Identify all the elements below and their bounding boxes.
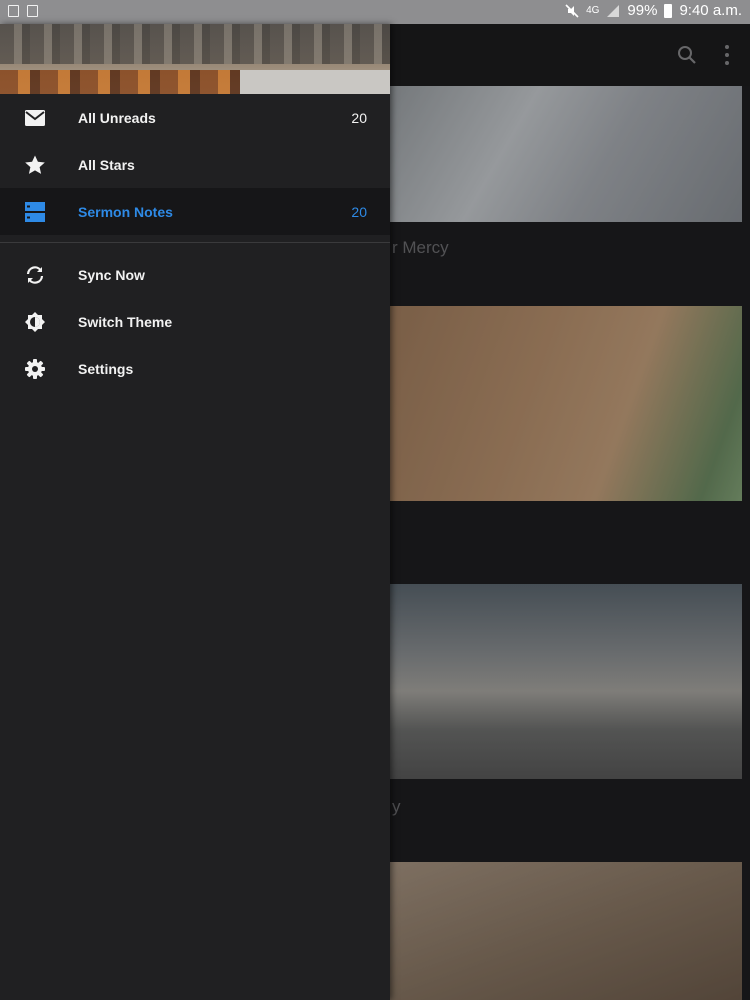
nav-item-switch-theme[interactable]: Switch Theme — [0, 298, 390, 345]
mail-icon — [24, 107, 46, 129]
battery-percent: 99% — [627, 2, 658, 19]
nav-item-label: All Unreads — [78, 109, 156, 126]
nav-item-label: Switch Theme — [78, 313, 173, 330]
nav-item-all-stars[interactable]: All Stars — [0, 141, 390, 188]
battery-icon — [664, 3, 673, 18]
signal-icon — [607, 4, 620, 17]
nav-item-all-unreads[interactable]: All Unreads 20 — [0, 94, 390, 141]
nav-item-label: Sermon Notes — [78, 203, 173, 220]
status-bar: 4G 99% 9:40 a.m. — [0, 0, 750, 24]
navigation-drawer: All Unreads 20 All Stars Sermon Notes 20 — [0, 24, 390, 1000]
nav-item-label: Sync Now — [78, 266, 145, 283]
settings-icon — [24, 358, 46, 380]
star-icon — [24, 154, 46, 176]
lock-notification-icon — [27, 5, 38, 17]
nav-item-label: All Stars — [78, 156, 135, 173]
sync-icon — [24, 264, 46, 286]
theme-icon — [24, 311, 46, 333]
nav-item-settings[interactable]: Settings — [0, 345, 390, 392]
clock: 9:40 a.m. — [679, 2, 742, 19]
folder-icon — [24, 201, 46, 223]
drawer-divider — [0, 242, 390, 243]
network-type: 4G — [586, 5, 600, 16]
nav-item-label: Settings — [78, 360, 134, 377]
unread-count: 20 — [351, 203, 367, 220]
mute-icon — [565, 3, 579, 18]
nav-item-sync-now[interactable]: Sync Now — [0, 251, 390, 298]
gallery-notification-icon — [8, 5, 19, 17]
nav-item-sermon-notes[interactable]: Sermon Notes 20 — [0, 188, 390, 235]
unread-count: 20 — [351, 109, 367, 126]
drawer-header-image — [0, 24, 390, 94]
